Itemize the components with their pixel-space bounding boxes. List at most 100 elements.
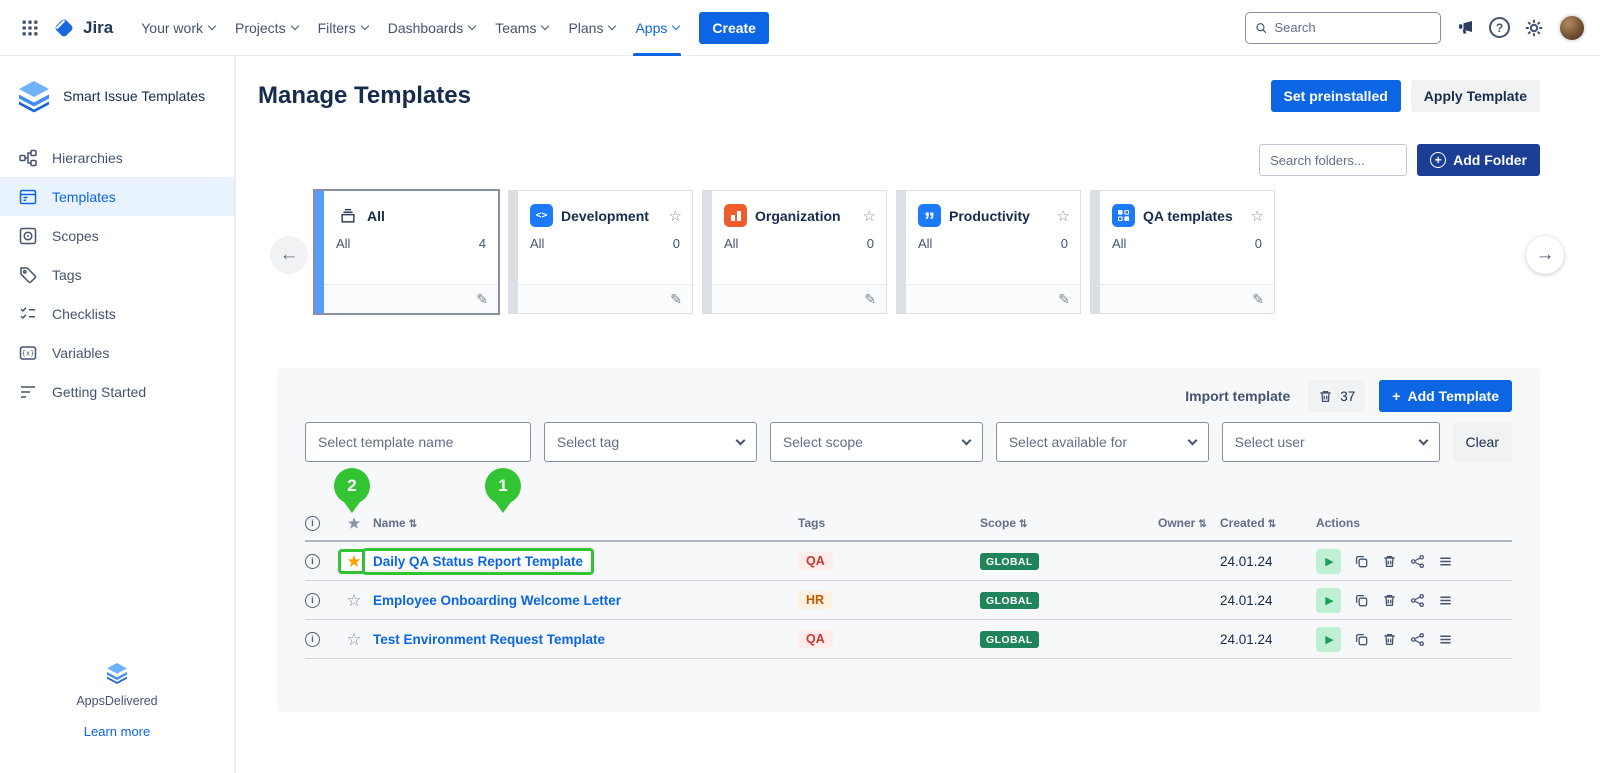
getting-started-icon [18,382,38,402]
template-name-filter-input[interactable] [305,422,531,462]
tag-filter-select[interactable]: Select tag [544,422,757,462]
menu-icon[interactable] [1438,632,1453,647]
pencil-icon[interactable]: ✎ [1252,291,1264,308]
favorite-star-icon[interactable]: ★ [346,553,361,570]
star-icon[interactable]: ☆ [669,207,682,225]
copy-icon[interactable] [1354,632,1369,647]
star-icon[interactable]: ☆ [346,592,361,609]
gear-icon[interactable] [1524,18,1544,38]
trash-icon[interactable] [1382,632,1397,647]
sort-icon: ⇅ [1198,519,1206,530]
user-filter-select[interactable]: Select user [1222,422,1440,462]
pencil-icon[interactable]: ✎ [476,291,488,308]
search-icon [1255,21,1267,35]
star-icon[interactable]: ★ [348,516,361,530]
nav-item-plans[interactable]: Plans [558,0,625,56]
folder-card-all[interactable]: All All 4 ✎ [314,190,499,314]
folder-card-organization[interactable]: Organization ☆ All 0 ✎ [702,190,887,314]
search-input[interactable] [1274,20,1431,35]
sidebar-item-getting-started[interactable]: Getting Started [0,372,234,411]
sidebar-item-scopes[interactable]: Scopes [0,216,234,255]
help-icon[interactable]: ? [1489,17,1510,38]
created-date: 24.01.24 [1220,593,1316,608]
global-search[interactable] [1245,12,1441,44]
menu-icon[interactable] [1438,593,1453,608]
carousel-right-arrow[interactable]: → [1526,236,1564,274]
scope-filter-select[interactable]: Select scope [770,422,983,462]
carousel-left-arrow[interactable]: ← [270,236,308,274]
play-icon[interactable]: ▶ [1316,549,1341,574]
user-avatar[interactable] [1558,14,1586,42]
pencil-icon[interactable]: ✎ [864,291,876,308]
learn-more-link[interactable]: Learn more [84,724,150,739]
pencil-icon[interactable]: ✎ [670,291,682,308]
pencil-icon[interactable]: ✎ [1058,291,1070,308]
sidebar-item-checklists[interactable]: Checklists [0,294,234,333]
page-title: Manage Templates [258,82,471,110]
trash-count: 37 [1340,389,1355,404]
sidebar: Smart Issue Templates Hierarchies Templa… [0,56,236,773]
copy-icon[interactable] [1354,554,1369,569]
menu-icon[interactable] [1438,554,1453,569]
table-row: i ☆ Test Environment Request Template QA… [305,620,1512,659]
info-icon[interactable]: i [305,554,320,569]
table-row: i ★ Daily QA Status Report Template QA G… [305,542,1512,581]
play-icon[interactable]: ▶ [1316,627,1341,652]
folder-search-input[interactable] [1259,144,1407,176]
clear-filters-button[interactable]: Clear [1453,422,1512,462]
development-folder-icon: <> [530,204,553,227]
available-for-filter-select[interactable]: Select available for [996,422,1209,462]
nav-item-filters[interactable]: Filters [308,0,378,56]
play-icon[interactable]: ▶ [1316,588,1341,613]
scopes-icon [18,226,38,246]
nav-item-teams[interactable]: Teams [485,0,558,56]
template-name-link[interactable]: Employee Onboarding Welcome Letter [373,593,621,608]
import-template-button[interactable]: Import template [1185,388,1290,404]
trash-icon[interactable] [1382,593,1397,608]
nav-item-your-work[interactable]: Your work [131,0,225,56]
set-preinstalled-button[interactable]: Set preinstalled [1271,80,1401,112]
star-icon[interactable]: ☆ [863,207,876,225]
trash-bin-button[interactable]: 37 [1308,380,1365,412]
template-name-link[interactable]: Test Environment Request Template [373,632,605,647]
share-icon[interactable] [1410,554,1425,569]
sidebar-item-variables[interactable]: {x} Variables [0,333,234,372]
apply-template-button[interactable]: Apply Template [1411,80,1540,112]
chevron-down-icon [735,435,745,445]
star-icon[interactable]: ☆ [346,631,361,648]
nav-item-dashboards[interactable]: Dashboards [378,0,486,56]
copy-icon[interactable] [1354,593,1369,608]
nav-item-projects[interactable]: Projects [225,0,308,56]
column-header-created[interactable]: Created⇅ [1220,516,1316,530]
jira-logo[interactable]: Jira [52,16,113,40]
table-header-row: i ★ Name⇅ Tags Scope⇅ Owner⇅ Created⇅ Ac… [305,506,1512,542]
sort-icon: ⇅ [1268,519,1276,530]
add-folder-button[interactable]: + Add Folder [1417,144,1540,176]
sidebar-item-templates[interactable]: Templates [0,177,234,216]
folder-card-qa-templates[interactable]: QA templates ☆ All 0 ✎ [1090,190,1275,314]
info-icon[interactable]: i [305,593,320,608]
share-icon[interactable] [1410,593,1425,608]
column-header-scope[interactable]: Scope⇅ [980,516,1158,530]
created-date: 24.01.24 [1220,554,1316,569]
megaphone-icon[interactable] [1455,18,1475,38]
folder-card-development[interactable]: <> Development ☆ All 0 ✎ [508,190,693,314]
info-icon[interactable]: i [305,516,320,531]
annotation-marker-2: 2 [334,468,370,504]
folder-card-productivity[interactable]: ” Productivity ☆ All 0 ✎ [896,190,1081,314]
star-icon[interactable]: ☆ [1251,207,1264,225]
add-template-button[interactable]: + Add Template [1379,380,1512,412]
share-icon[interactable] [1410,632,1425,647]
create-button[interactable]: Create [699,12,769,44]
app-switcher-icon[interactable] [14,12,46,44]
sidebar-item-hierarchies[interactable]: Hierarchies [0,138,234,177]
star-icon[interactable]: ☆ [1057,207,1070,225]
column-header-name[interactable]: Name⇅ [373,516,798,530]
info-icon[interactable]: i [305,632,320,647]
sidebar-item-tags[interactable]: Tags [0,255,234,294]
hierarchies-icon [18,148,38,168]
nav-item-apps[interactable]: Apps [625,0,689,56]
column-header-owner[interactable]: Owner⇅ [1158,516,1220,530]
trash-icon[interactable] [1382,554,1397,569]
template-name-link[interactable]: Daily QA Status Report Template [373,554,583,569]
